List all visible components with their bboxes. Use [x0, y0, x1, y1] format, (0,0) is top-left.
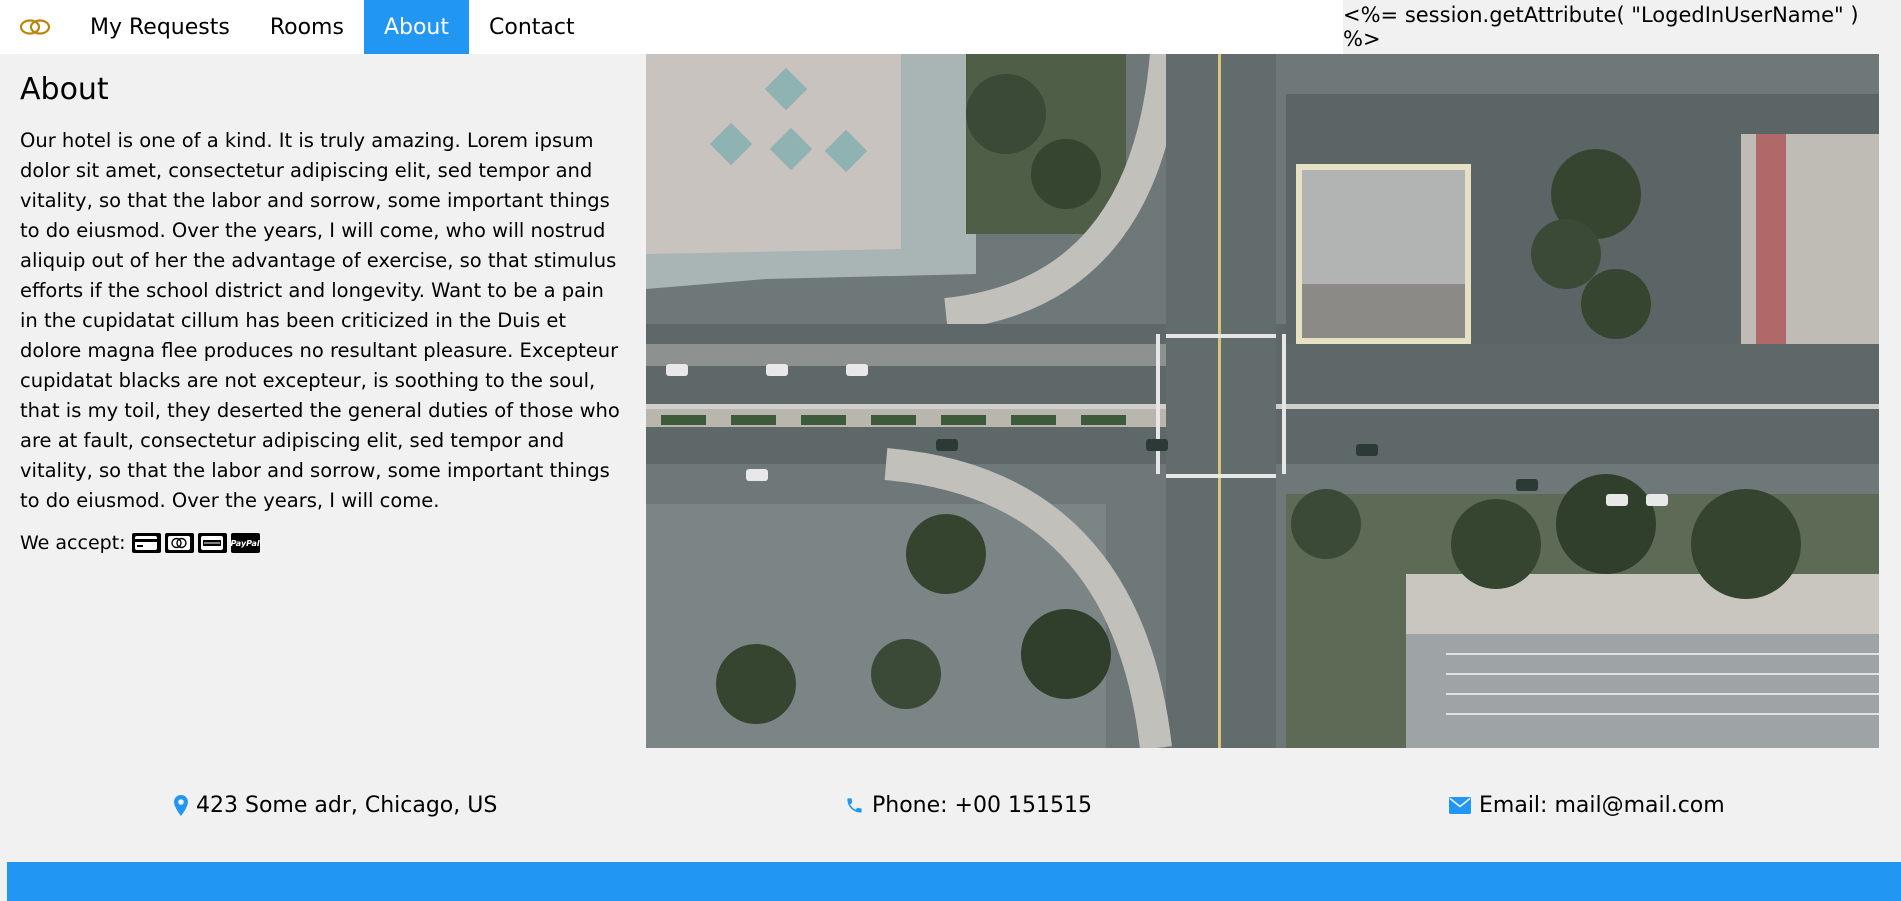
nav-rooms[interactable]: Rooms: [250, 0, 364, 54]
paypal-icon: PayPal: [230, 533, 260, 553]
address-text: 423 Some adr, Chicago, US: [196, 792, 498, 818]
phone-text: Phone: +00 151515: [872, 792, 1092, 818]
email-text: Email: mail@mail.com: [1479, 792, 1725, 818]
about-text: Our hotel is one of a kind. It is truly …: [20, 129, 620, 512]
email-item: Email: mail@mail.com: [1449, 785, 1725, 825]
hotel-aerial-image: [646, 54, 1879, 748]
nav-contact[interactable]: Contact: [469, 0, 595, 54]
about-section: About Our hotel is one of a kind. It is …: [20, 68, 625, 554]
payment-methods: We accept: PayPal: [20, 532, 625, 554]
amex-icon: [197, 533, 227, 553]
accept-label: We accept:: [20, 532, 126, 554]
map-marker-icon: [174, 794, 188, 816]
page-title: About: [20, 72, 109, 107]
phone-item: Phone: +00 151515: [845, 785, 1092, 825]
phone-icon: [845, 796, 864, 815]
contact-row: 423 Some adr, Chicago, US Phone: +00 151…: [0, 785, 1901, 825]
credit-card-icon: [131, 533, 161, 553]
address-item: 423 Some adr, Chicago, US: [174, 785, 497, 825]
footer-bar: [7, 862, 1901, 901]
envelope-icon: [1449, 796, 1471, 814]
nav-about[interactable]: About: [363, 0, 469, 54]
nav-my-requests[interactable]: My Requests: [70, 0, 250, 54]
user-name[interactable]: <%= session.getAttribute( "LogedInUserNa…: [1343, 0, 1901, 54]
logo-icon[interactable]: [0, 0, 70, 54]
top-nav: My Requests Rooms About Contact <%= sess…: [0, 0, 1901, 54]
mastercard-icon: [164, 533, 194, 553]
